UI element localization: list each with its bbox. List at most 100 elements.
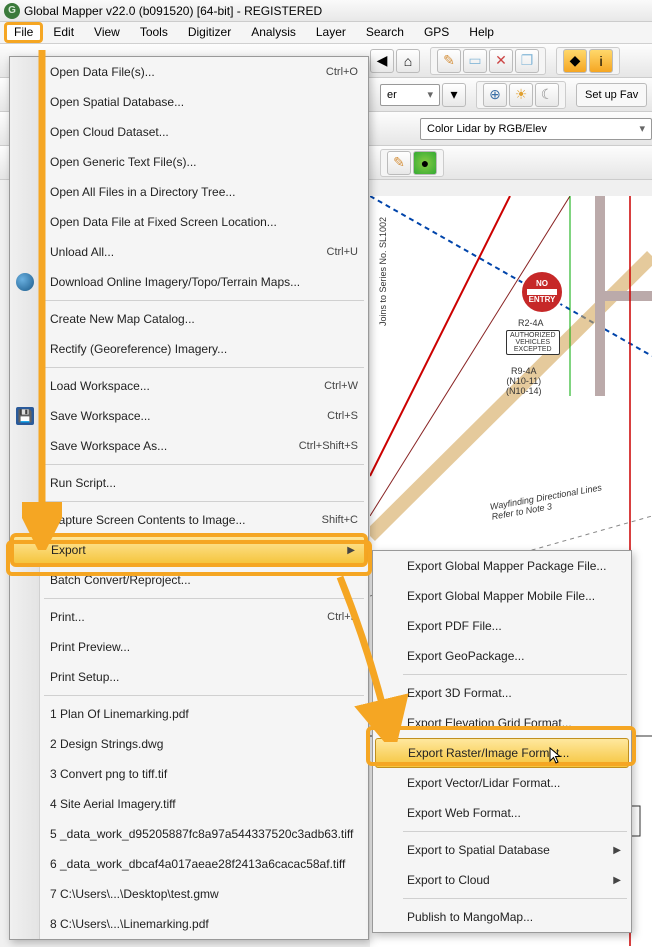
menu-shortcut: Ctrl+U [327,246,358,258]
menu-file[interactable]: File [4,22,43,43]
copy-icon[interactable]: ❐ [515,49,539,73]
menu-item-label: Load Workspace... [50,379,150,393]
menu-item-label: 8 C:\Users\...\Linemarking.pdf [50,917,209,931]
menu-item-label: Export 3D Format... [407,686,512,700]
file-menu-item[interactable]: Open Spatial Database... [10,87,368,117]
menu-item-label: Export Web Format... [407,806,521,820]
style-select[interactable]: er▾ [380,84,440,106]
menu-item-label: Download Online Imagery/Topo/Terrain Map… [50,275,300,289]
menu-layer[interactable]: Layer [306,22,356,43]
chevron-down-icon: ▾ [427,88,433,101]
file-menu-item[interactable]: Download Online Imagery/Topo/Terrain Map… [10,267,368,297]
extra-button[interactable]: ▾ [442,83,466,107]
export-menu-item[interactable]: Export Raster/Image Format... [375,738,629,768]
sign-authorized: AUTHORIZED VEHICLES EXCEPTED [506,330,560,355]
file-menu-item[interactable]: 4 Site Aerial Imagery.tiff [10,789,368,819]
lidar-color-select[interactable]: Color Lidar by RGB/Elev ▾ [420,118,652,140]
file-menu-item[interactable]: Print Preview... [10,632,368,662]
menu-item-label: Save Workspace... [50,409,151,423]
file-menu-item[interactable]: Rectify (Georeference) Imagery... [10,334,368,364]
setup-favorites-button[interactable]: Set up Fav [576,83,647,107]
menu-item-label: Export Elevation Grid Format... [407,716,572,730]
file-menu-item[interactable]: Batch Convert/Reproject... [10,565,368,595]
export-menu-item[interactable]: Export 3D Format... [373,678,631,708]
menu-item-label: 3 Convert png to tiff.tif [50,767,167,781]
file-menu-item[interactable]: Capture Screen Contents to Image...Shift… [10,505,368,535]
file-menu-item[interactable]: Open Generic Text File(s)... [10,147,368,177]
export-menu-item[interactable]: Export GeoPackage... [373,641,631,671]
file-menu-item[interactable]: Print Setup... [10,662,368,692]
phone-icon[interactable]: ✎ [387,151,411,175]
menu-item-label: Unload All... [50,245,114,259]
menu-shortcut: Shift+C [322,514,358,526]
file-menu-item[interactable]: Create New Map Catalog... [10,304,368,334]
menu-analysis[interactable]: Analysis [241,22,306,43]
file-menu-item[interactable]: Open Cloud Dataset... [10,117,368,147]
menu-tools[interactable]: Tools [130,22,178,43]
menu-separator [44,300,364,301]
menu-item-label: 5 _data_work_d95205887fc8a97a544337520c3… [50,827,353,841]
file-menu-item[interactable]: Print...Ctrl+P [10,602,368,632]
nav-back-button[interactable]: ◀ [370,49,394,73]
globe-icon [16,273,34,291]
app-icon: G [4,3,20,19]
export-menu-item[interactable]: Export Global Mapper Package File... [373,551,631,581]
export-menu-item[interactable]: Export PDF File... [373,611,631,641]
export-menu-item[interactable]: Export to Cloud▶ [373,865,631,895]
menu-search[interactable]: Search [356,22,414,43]
file-menu-dropdown: Open Data File(s)...Ctrl+O Open Spatial D… [9,56,369,940]
info-icon[interactable]: i [589,49,613,73]
menu-item-label: Export GeoPackage... [407,649,524,663]
file-menu-item[interactable]: Save Workspace As...Ctrl+Shift+S [10,431,368,461]
menu-item-label: 4 Site Aerial Imagery.tiff [50,797,176,811]
menu-view[interactable]: View [84,22,130,43]
menu-gps[interactable]: GPS [414,22,459,43]
submenu-arrow-icon: ▶ [347,545,355,556]
book-icon[interactable]: ◆ [563,49,587,73]
menu-item-label: Open Spatial Database... [50,95,184,109]
menu-edit[interactable]: Edit [43,22,84,43]
menu-separator [44,464,364,465]
file-menu-item[interactable]: 5 _data_work_d95205887fc8a97a544337520c3… [10,819,368,849]
file-menu-item[interactable]: 💾Save Workspace...Ctrl+S [10,401,368,431]
file-menu-item[interactable]: Run Script... [10,468,368,498]
circle-green-icon[interactable]: ● [413,151,437,175]
menu-item-label: Publish to MangoMap... [407,910,533,924]
file-menu-item[interactable]: 7 C:\Users\...\Desktop\test.gmw [10,879,368,909]
nav-home-button[interactable]: ⌂ [396,49,420,73]
sign-r9-label: R9-4A (N10-11) (N10-14) [506,366,542,396]
file-menu-item[interactable]: 6 _data_work_dbcaf4a017aeae28f2413a6caca… [10,849,368,879]
export-menu-item[interactable]: Export to Spatial Database▶ [373,835,631,865]
menu-item-label: Export Global Mapper Mobile File... [407,589,595,603]
export-submenu: Export Global Mapper Package File... Expo… [372,550,632,933]
file-menu-item[interactable]: Export▶ [12,535,366,565]
menu-item-label: 2 Design Strings.dwg [50,737,163,751]
globe-grid-icon[interactable]: ⊕ [483,83,507,107]
menu-digitizer[interactable]: Digitizer [178,22,241,43]
pencil-icon[interactable]: ✎ [437,49,461,73]
file-menu-item[interactable]: Open Data File at Fixed Screen Location.… [10,207,368,237]
delete-x-icon[interactable]: ✕ [489,49,513,73]
menu-item-label: 7 C:\Users\...\Desktop\test.gmw [50,887,219,901]
menu-item-label: Print... [50,610,85,624]
select-rect-icon[interactable]: ▭ [463,49,487,73]
file-menu-item[interactable]: 8 C:\Users\...\Linemarking.pdf [10,909,368,939]
lidar-color-value: Color Lidar by RGB/Elev [427,123,547,135]
file-menu-item[interactable]: Unload All... Ctrl+U [10,237,368,267]
file-menu-item[interactable]: 2 Design Strings.dwg [10,729,368,759]
file-menu-item[interactable]: Open Data File(s)...Ctrl+O [10,57,368,87]
export-menu-item[interactable]: Export Elevation Grid Format... [373,708,631,738]
export-menu-item[interactable]: Publish to MangoMap... [373,902,631,932]
file-menu-item[interactable]: Load Workspace...Ctrl+W [10,371,368,401]
export-menu-item[interactable]: Export Vector/Lidar Format... [373,768,631,798]
file-menu-item[interactable]: 3 Convert png to tiff.tif [10,759,368,789]
menu-help[interactable]: Help [459,22,504,43]
titlebar: G Global Mapper v22.0 (b091520) [64-bit]… [0,0,652,22]
file-menu-item[interactable]: 1 Plan Of Linemarking.pdf [10,699,368,729]
export-menu-item[interactable]: Export Web Format... [373,798,631,828]
moon-icon[interactable]: ☾ [535,83,559,107]
submenu-arrow-icon: ▶ [613,875,621,886]
sun-icon[interactable]: ☀ [509,83,533,107]
file-menu-item[interactable]: Open All Files in a Directory Tree... [10,177,368,207]
export-menu-item[interactable]: Export Global Mapper Mobile File... [373,581,631,611]
